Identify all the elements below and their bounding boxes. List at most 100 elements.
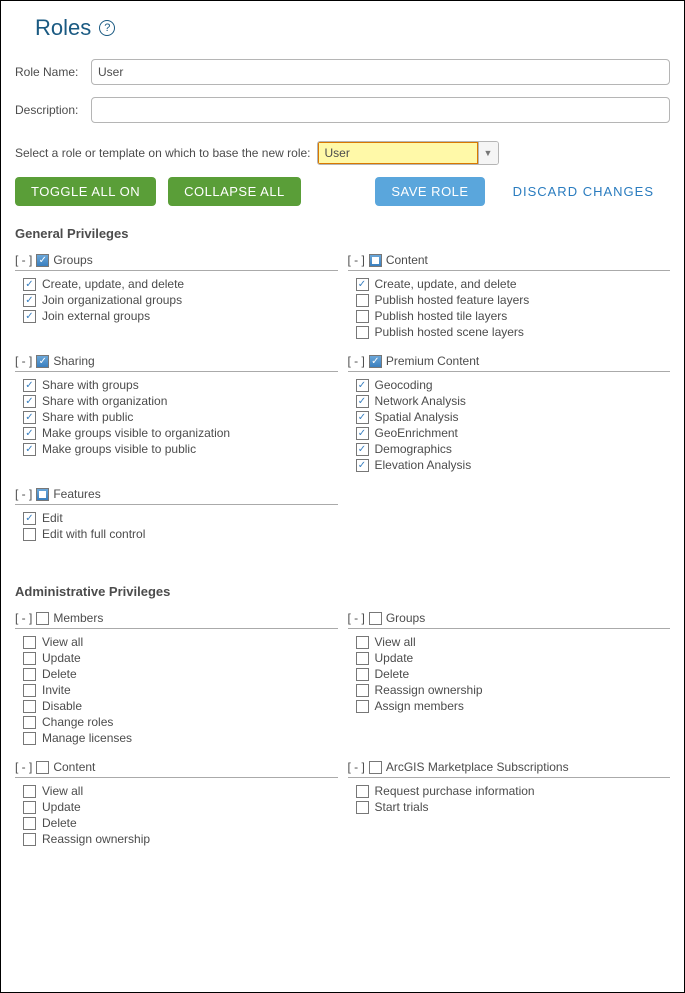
- item-label: Change roles: [42, 715, 113, 729]
- privilege-item: Invite: [23, 682, 338, 698]
- item-checkbox[interactable]: [23, 684, 36, 697]
- item-checkbox[interactable]: [23, 785, 36, 798]
- group-label: Content: [53, 760, 95, 774]
- description-input[interactable]: [91, 97, 670, 123]
- item-checkbox[interactable]: [356, 459, 369, 472]
- item-checkbox[interactable]: [23, 443, 36, 456]
- privilege-item: Make groups visible to organization: [23, 425, 338, 441]
- item-checkbox[interactable]: [356, 411, 369, 424]
- group-checkbox[interactable]: [369, 355, 382, 368]
- discard-changes-button[interactable]: DISCARD CHANGES: [497, 177, 670, 206]
- item-label: Share with organization: [42, 394, 167, 408]
- item-label: Publish hosted tile layers: [375, 309, 508, 323]
- item-checkbox[interactable]: [356, 443, 369, 456]
- privilege-item: Reassign ownership: [23, 831, 338, 847]
- item-label: Start trials: [375, 800, 429, 814]
- item-checkbox[interactable]: [356, 785, 369, 798]
- collapse-toggle[interactable]: [ - ]: [15, 760, 32, 774]
- item-checkbox[interactable]: [356, 395, 369, 408]
- item-checkbox[interactable]: [356, 652, 369, 665]
- item-checkbox[interactable]: [356, 310, 369, 323]
- item-checkbox[interactable]: [23, 294, 36, 307]
- collapse-toggle[interactable]: [ - ]: [15, 354, 32, 368]
- item-checkbox[interactable]: [356, 700, 369, 713]
- item-checkbox[interactable]: [356, 294, 369, 307]
- item-label: Publish hosted scene layers: [375, 325, 524, 339]
- item-checkbox[interactable]: [356, 278, 369, 291]
- item-label: Manage licenses: [42, 731, 132, 745]
- item-label: Edit with full control: [42, 527, 145, 541]
- item-checkbox[interactable]: [23, 427, 36, 440]
- item-checkbox[interactable]: [356, 684, 369, 697]
- item-checkbox[interactable]: [23, 395, 36, 408]
- item-label: Network Analysis: [375, 394, 466, 408]
- col-right: [ - ] ArcGIS Marketplace Subscriptions R…: [348, 754, 671, 855]
- item-checkbox[interactable]: [23, 379, 36, 392]
- help-icon[interactable]: ?: [99, 20, 115, 36]
- section-title: Administrative Privileges: [15, 584, 670, 599]
- privilege-item: Join external groups: [23, 308, 338, 324]
- privilege-item: Share with public: [23, 409, 338, 425]
- col-left: [ - ] Content View all Update Delete Rea…: [15, 754, 338, 855]
- description-label: Description:: [15, 103, 91, 117]
- collapse-toggle[interactable]: [ - ]: [348, 760, 365, 774]
- privilege-item: Delete: [23, 666, 338, 682]
- item-label: View all: [375, 635, 416, 649]
- item-checkbox[interactable]: [23, 700, 36, 713]
- template-row: Select a role or template on which to ba…: [15, 141, 670, 165]
- item-checkbox[interactable]: [356, 636, 369, 649]
- item-checkbox[interactable]: [23, 636, 36, 649]
- item-checkbox[interactable]: [356, 326, 369, 339]
- group-checkbox[interactable]: [36, 488, 49, 501]
- privilege-item: View all: [23, 783, 338, 799]
- collapse-toggle[interactable]: [ - ]: [348, 354, 365, 368]
- group-label: Content: [386, 253, 428, 267]
- collapse-toggle[interactable]: [ - ]: [348, 253, 365, 267]
- item-label: Publish hosted feature layers: [375, 293, 530, 307]
- item-checkbox[interactable]: [23, 310, 36, 323]
- chevron-down-icon[interactable]: ▼: [478, 142, 498, 164]
- item-checkbox[interactable]: [356, 668, 369, 681]
- group-checkbox[interactable]: [36, 254, 49, 267]
- page-title: Roles ?: [35, 15, 670, 41]
- item-checkbox[interactable]: [23, 652, 36, 665]
- item-checkbox[interactable]: [23, 411, 36, 424]
- item-checkbox[interactable]: [23, 278, 36, 291]
- group-checkbox[interactable]: [369, 612, 382, 625]
- role-name-input[interactable]: [91, 59, 670, 85]
- privilege-item: Change roles: [23, 714, 338, 730]
- collapse-toggle[interactable]: [ - ]: [15, 253, 32, 267]
- toggle-all-button[interactable]: TOGGLE ALL ON: [15, 177, 156, 206]
- item-checkbox[interactable]: [23, 716, 36, 729]
- privilege-item: Spatial Analysis: [356, 409, 671, 425]
- group-checkbox[interactable]: [36, 612, 49, 625]
- privilege-item: Edit with full control: [23, 526, 338, 542]
- item-checkbox[interactable]: [23, 668, 36, 681]
- role-name-row: Role Name:: [15, 59, 670, 85]
- collapse-toggle[interactable]: [ - ]: [15, 611, 32, 625]
- item-checkbox[interactable]: [23, 817, 36, 830]
- group-checkbox[interactable]: [369, 254, 382, 267]
- group-checkbox[interactable]: [36, 761, 49, 774]
- group-checkbox[interactable]: [36, 355, 49, 368]
- item-checkbox[interactable]: [356, 427, 369, 440]
- save-role-button[interactable]: SAVE ROLE: [375, 177, 484, 206]
- item-checkbox[interactable]: [356, 801, 369, 814]
- item-checkbox[interactable]: [356, 379, 369, 392]
- item-label: Share with public: [42, 410, 133, 424]
- privilege-item: Join organizational groups: [23, 292, 338, 308]
- collapse-all-button[interactable]: COLLAPSE ALL: [168, 177, 301, 206]
- item-checkbox[interactable]: [23, 833, 36, 846]
- item-label: Reassign ownership: [375, 683, 483, 697]
- group-head-members: [ - ] Members: [15, 609, 338, 629]
- item-checkbox[interactable]: [23, 801, 36, 814]
- collapse-toggle[interactable]: [ - ]: [348, 611, 365, 625]
- item-label: View all: [42, 784, 83, 798]
- collapse-toggle[interactable]: [ - ]: [15, 487, 32, 501]
- item-checkbox[interactable]: [23, 732, 36, 745]
- item-checkbox[interactable]: [23, 528, 36, 541]
- group-head-content: [ - ] Content: [348, 251, 671, 271]
- template-select[interactable]: User ▼: [317, 141, 499, 165]
- item-checkbox[interactable]: [23, 512, 36, 525]
- group-checkbox[interactable]: [369, 761, 382, 774]
